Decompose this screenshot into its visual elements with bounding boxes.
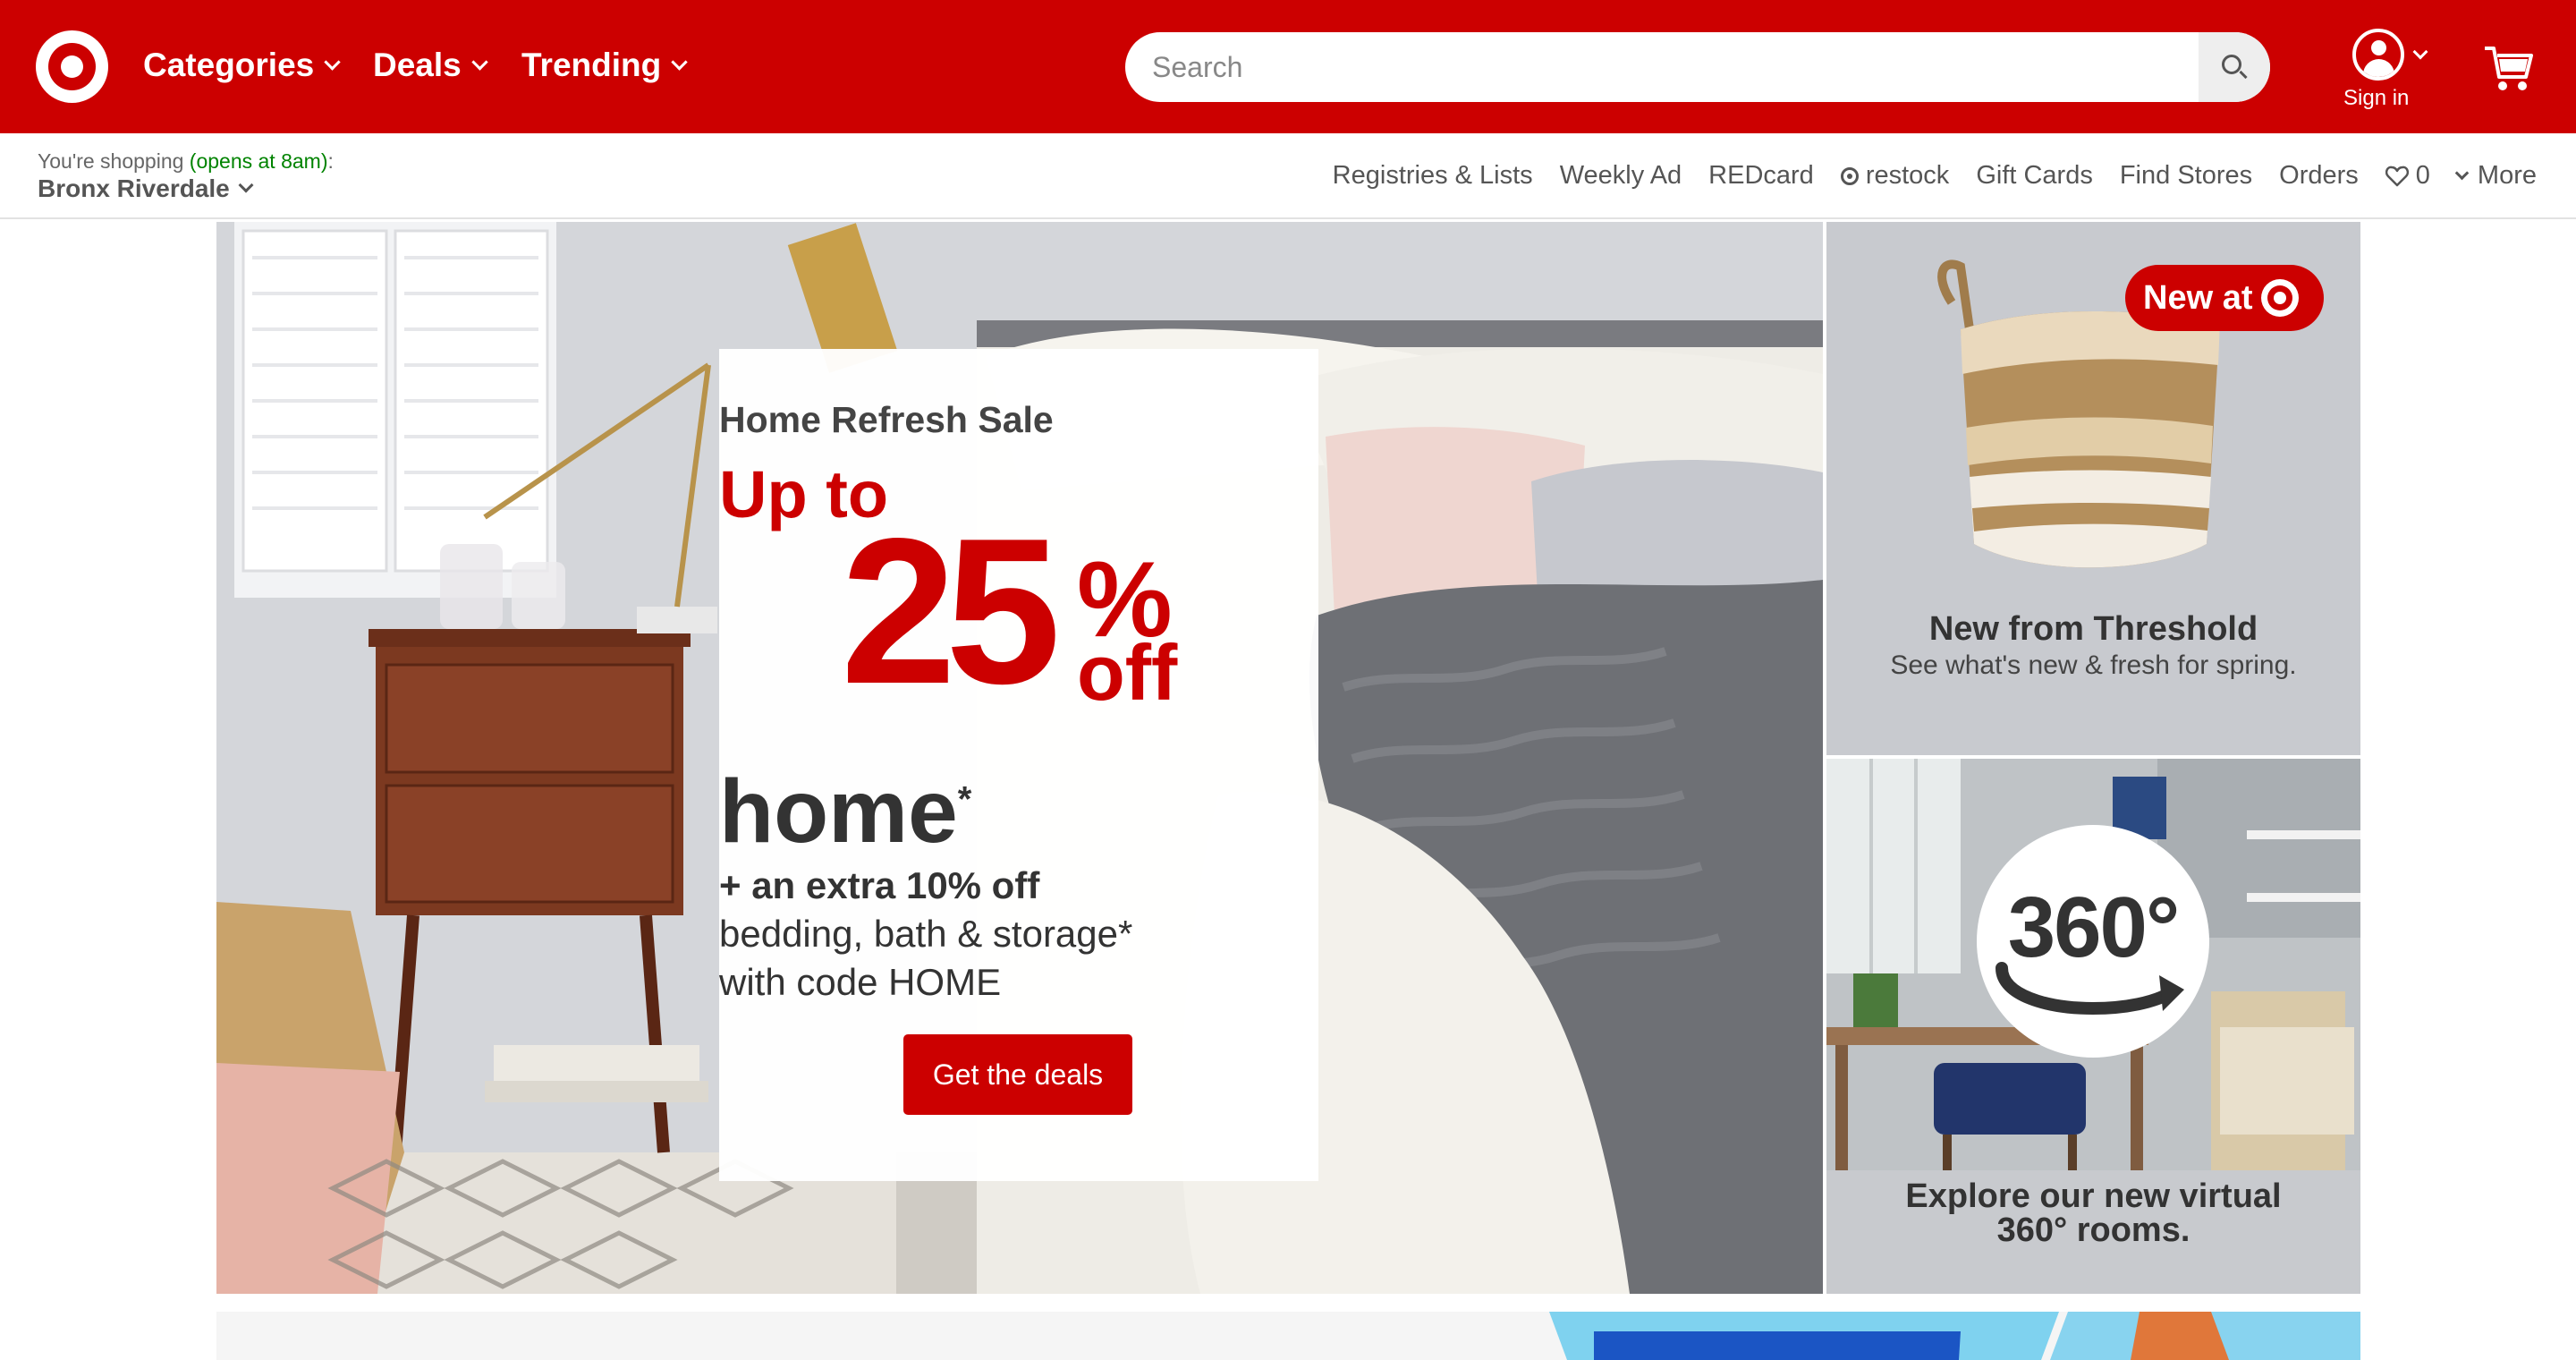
restock-label: restock bbox=[1865, 161, 1950, 190]
promo-extra: + an extra 10% off bbox=[719, 864, 1040, 906]
target-logo-icon bbox=[2261, 279, 2300, 317]
chevron-down-icon bbox=[471, 53, 488, 71]
nav-deals[interactable]: Deals bbox=[373, 47, 488, 84]
account-icon-head bbox=[2371, 40, 2386, 55]
promo-home-asterisk: * bbox=[957, 779, 972, 820]
weekly-ad-link[interactable]: Weekly Ad bbox=[1560, 161, 1682, 191]
nav-trending[interactable]: Trending bbox=[521, 47, 688, 84]
search-button[interactable] bbox=[2199, 32, 2270, 102]
promo-title: Home Refresh Sale bbox=[719, 399, 1054, 440]
threshold-title: New from Threshold bbox=[1928, 610, 2258, 648]
nav-trending-label: Trending bbox=[521, 47, 662, 83]
rotate-arrow-icon bbox=[1996, 962, 2184, 1016]
shopping-status: You're shopping (opens at 8am): bbox=[38, 149, 334, 174]
chevron-down-icon bbox=[324, 53, 341, 71]
store-subbar: You're shopping (opens at 8am): Bronx Ri… bbox=[0, 133, 2576, 219]
search-icon bbox=[2222, 55, 2241, 74]
utility-links: Registries & Lists Weekly Ad REDcard res… bbox=[1333, 161, 2537, 191]
view-360-icon: 360° bbox=[1977, 825, 2209, 1058]
cart-button[interactable] bbox=[2483, 43, 2533, 97]
more-label: More bbox=[2477, 161, 2537, 190]
store-name: Bronx Riverdale bbox=[38, 174, 230, 202]
account-icon-body bbox=[2363, 59, 2394, 77]
store-open-time: (opens at 8am) bbox=[189, 149, 328, 173]
gift-cards-link[interactable]: Gift Cards bbox=[1976, 161, 2093, 191]
get-deals-button[interactable]: Get the deals bbox=[903, 1034, 1132, 1115]
redcard-link[interactable]: REDcard bbox=[1708, 161, 1814, 191]
promo-home-word: home bbox=[719, 761, 958, 862]
restock-icon bbox=[1840, 166, 1859, 185]
new-at-label: New at bbox=[2143, 278, 2253, 317]
new-at-target-badge: New at bbox=[2125, 265, 2324, 331]
promo-line1: bedding, bath & storage* bbox=[719, 913, 1133, 955]
virtual-rooms-title: Explore our new virtual 360° rooms. bbox=[1905, 1177, 2282, 1249]
registries-link[interactable]: Registries & Lists bbox=[1333, 161, 1533, 191]
search-input[interactable] bbox=[1152, 32, 2199, 102]
nav-deals-label: Deals bbox=[373, 47, 462, 83]
favorites-link[interactable]: 0 bbox=[2385, 161, 2430, 191]
next-banner-strip[interactable] bbox=[216, 1312, 2360, 1360]
orders-link[interactable]: Orders bbox=[2279, 161, 2359, 191]
account-icon bbox=[2352, 29, 2404, 81]
chevron-down-icon bbox=[2412, 44, 2428, 60]
virtual-rooms-tile[interactable]: 360° Explore our new virtual 360° rooms. bbox=[1826, 759, 2360, 1294]
threshold-subtitle: See what's new & fresh for spring. bbox=[1890, 650, 2297, 680]
cart-icon bbox=[2485, 47, 2533, 90]
threshold-tile[interactable]: New at New from Threshold See what's new… bbox=[1826, 222, 2360, 755]
search-icon-handle bbox=[2239, 70, 2248, 80]
nav-categories-label: Categories bbox=[143, 47, 315, 83]
next-banner-preview bbox=[216, 1312, 2360, 1360]
account-signin[interactable]: Sign in bbox=[2340, 27, 2428, 116]
promo-card: Home Refresh Sale Up to 25 % off home* +… bbox=[719, 349, 1318, 1181]
signin-label: Sign in bbox=[2343, 86, 2410, 110]
promo-percent-number: 25 bbox=[841, 496, 1061, 727]
favorites-count: 0 bbox=[2415, 161, 2430, 190]
restock-link[interactable]: restock bbox=[1840, 161, 1950, 191]
promo-line2: with code HOME bbox=[719, 961, 1002, 1003]
hero-banner[interactable]: Home Refresh Sale Up to 25 % off home* +… bbox=[216, 222, 1823, 1294]
promo-home: home* bbox=[719, 761, 1318, 863]
chevron-down-icon bbox=[2454, 166, 2470, 181]
target-logo-icon[interactable] bbox=[36, 30, 108, 103]
promo-off: off bbox=[1077, 628, 1178, 717]
more-link[interactable]: More bbox=[2454, 161, 2537, 191]
store-selector[interactable]: Bronx Riverdale bbox=[38, 174, 254, 203]
top-header: Categories Deals Trending Sign in bbox=[0, 0, 2576, 133]
heart-icon bbox=[2385, 166, 2409, 186]
find-stores-link[interactable]: Find Stores bbox=[2120, 161, 2252, 191]
chevron-down-icon bbox=[238, 177, 254, 193]
chevron-down-icon bbox=[671, 53, 688, 71]
shopping-suffix: : bbox=[327, 149, 334, 173]
shopping-prefix: You're shopping bbox=[38, 149, 190, 173]
nav-categories[interactable]: Categories bbox=[143, 47, 341, 84]
search-bar bbox=[1125, 32, 2270, 102]
